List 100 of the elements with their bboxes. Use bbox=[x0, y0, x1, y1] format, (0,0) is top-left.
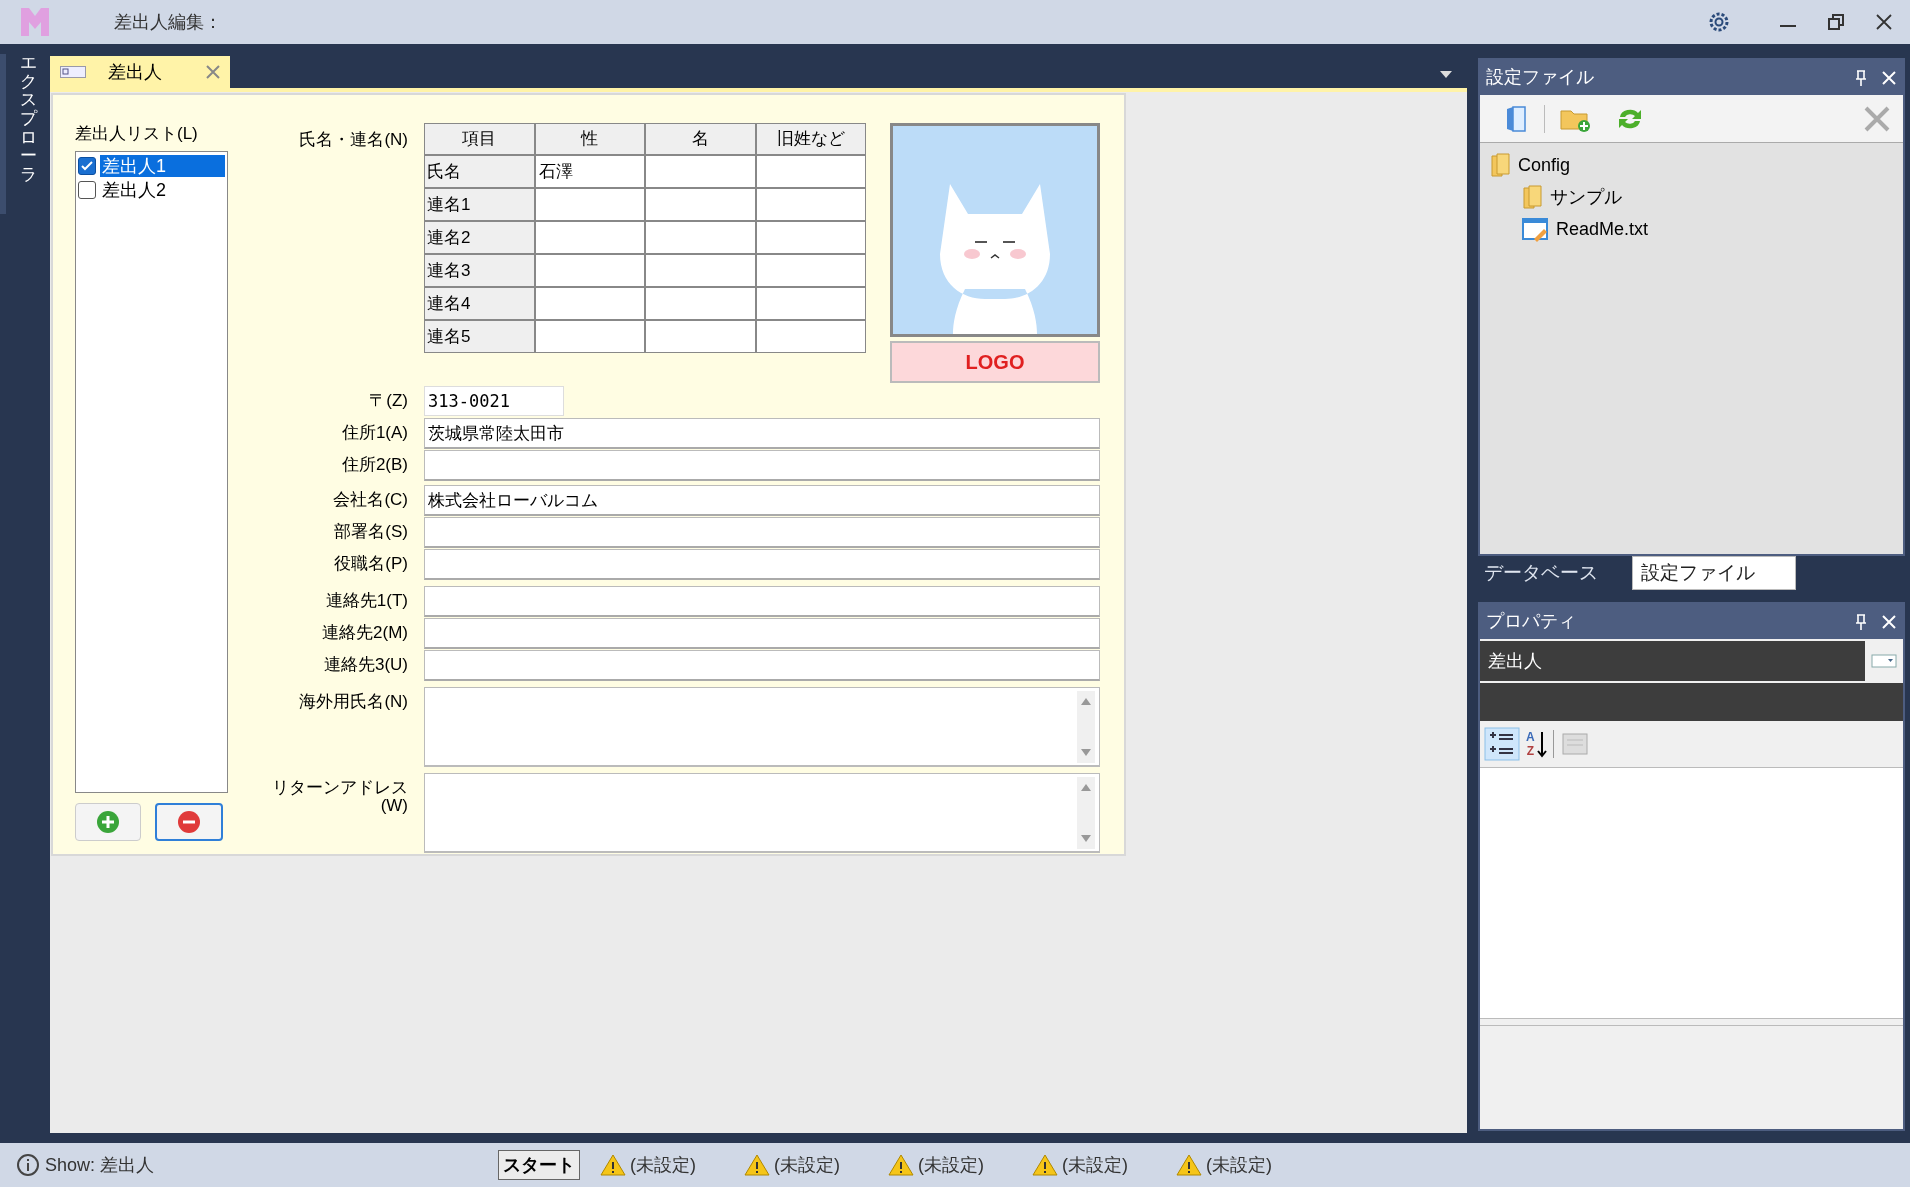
scrollbar-drawing[interactable] bbox=[1077, 777, 1095, 849]
warning-text: (未設定) bbox=[774, 1153, 841, 1177]
text-field[interactable] bbox=[424, 549, 1100, 580]
tree-item[interactable]: サンプル bbox=[1550, 183, 1622, 211]
panel-title: 設定ファイル bbox=[1486, 66, 1595, 89]
grid-cell[interactable] bbox=[756, 288, 865, 319]
list-item[interactable]: 差出人2 bbox=[100, 178, 225, 201]
warning-icon bbox=[1032, 1153, 1059, 1177]
column-header: 旧姓など bbox=[756, 124, 865, 154]
column-header: 名 bbox=[646, 124, 755, 154]
info-icon bbox=[16, 1153, 40, 1177]
restore-icon bbox=[1827, 13, 1845, 31]
field-label: 住所1(A) bbox=[341, 422, 408, 442]
document-tab[interactable]: 差出人 bbox=[50, 56, 230, 88]
object-selector[interactable]: 差出人 bbox=[1480, 641, 1865, 681]
remove-button[interactable] bbox=[155, 802, 223, 841]
field-label: 連絡先1(T) bbox=[325, 590, 408, 610]
panel-tab[interactable]: 設定ファイル bbox=[1632, 556, 1796, 590]
tab-label: 差出人 bbox=[108, 60, 162, 84]
warning-icon bbox=[600, 1153, 627, 1177]
delete-icon[interactable] bbox=[1863, 104, 1891, 133]
field-label: 〒(Z) bbox=[369, 390, 408, 410]
plus-icon bbox=[96, 809, 120, 834]
warning-text: (未設定) bbox=[918, 1153, 985, 1177]
grid-cell[interactable] bbox=[646, 321, 755, 352]
pin-icon[interactable] bbox=[1853, 612, 1869, 631]
grid-cell[interactable] bbox=[646, 222, 755, 253]
grid-cell[interactable] bbox=[646, 156, 755, 187]
sort-alphabetical-button[interactable]: A Z bbox=[1526, 727, 1547, 761]
text-field[interactable] bbox=[424, 650, 1100, 681]
pin-icon[interactable] bbox=[1853, 68, 1869, 87]
property-pages-icon[interactable] bbox=[1559, 730, 1590, 758]
field-label: 連絡先2(M) bbox=[322, 622, 408, 642]
close-icon bbox=[1875, 13, 1893, 31]
grid-cell[interactable] bbox=[535, 222, 644, 253]
text-field[interactable]: 株式会社ローバルコム bbox=[424, 485, 1100, 516]
grid-cell[interactable] bbox=[756, 222, 865, 253]
start-button[interactable]: スタート bbox=[498, 1150, 581, 1180]
grid-cell[interactable] bbox=[535, 255, 644, 286]
row-header: 連名2 bbox=[425, 222, 534, 253]
field-label: 海外用氏名(N) bbox=[299, 691, 408, 711]
card-icon bbox=[60, 66, 86, 78]
down-arrow-icon bbox=[1536, 730, 1547, 758]
tree-item[interactable]: ReadMe.txt bbox=[1556, 215, 1649, 243]
grid-cell[interactable] bbox=[756, 156, 865, 187]
minus-icon bbox=[177, 809, 201, 834]
text-field[interactable] bbox=[424, 450, 1100, 481]
panel-title: プロパティ bbox=[1486, 610, 1577, 633]
checkbox[interactable] bbox=[78, 180, 96, 199]
grid-cell[interactable] bbox=[646, 255, 755, 286]
text-area[interactable] bbox=[424, 773, 1100, 853]
text-file-icon bbox=[1522, 216, 1550, 242]
row-header: 連名4 bbox=[425, 288, 534, 319]
row-header: 連名1 bbox=[425, 189, 534, 220]
grid-cell[interactable] bbox=[535, 189, 644, 220]
panel-tab[interactable]: データベース bbox=[1478, 556, 1604, 590]
categorized-icon[interactable] bbox=[1484, 727, 1520, 761]
row-header: 氏名 bbox=[425, 156, 534, 187]
minimize-icon bbox=[1779, 25, 1797, 27]
folder-icon bbox=[1522, 184, 1544, 210]
grid-cell[interactable] bbox=[756, 189, 865, 220]
grid-cell[interactable]: 石澤 bbox=[535, 156, 644, 187]
explorer-tab[interactable]: エクスプローラ bbox=[20, 54, 38, 185]
close-icon[interactable] bbox=[206, 65, 220, 79]
list-label: 差出人リスト(L) bbox=[75, 123, 199, 145]
grid-cell[interactable] bbox=[756, 255, 865, 286]
dropdown-icon[interactable] bbox=[1871, 654, 1897, 668]
postal-code-field[interactable]: 313-0021 bbox=[424, 386, 564, 416]
warning-text: (未設定) bbox=[1206, 1153, 1273, 1177]
text-field[interactable] bbox=[424, 517, 1100, 548]
checkbox[interactable] bbox=[78, 156, 96, 175]
text-field[interactable] bbox=[424, 618, 1100, 649]
warning-text: (未設定) bbox=[1062, 1153, 1129, 1177]
folder-icon bbox=[1490, 152, 1512, 178]
grid-cell[interactable] bbox=[646, 288, 755, 319]
tree-item[interactable]: Config bbox=[1518, 151, 1571, 179]
field-label: リターンアドレス (W) bbox=[272, 777, 408, 815]
field-label: 会社名(C) bbox=[333, 489, 408, 509]
field-label: 住所2(B) bbox=[341, 454, 408, 474]
grid-cell[interactable] bbox=[646, 189, 755, 220]
grid-cell[interactable] bbox=[535, 321, 644, 352]
name-grid-label: 氏名・連名(N) bbox=[299, 130, 408, 149]
warning-text: (未設定) bbox=[630, 1153, 697, 1177]
status-text: Show: 差出人 bbox=[45, 1153, 155, 1177]
scrollbar-drawing[interactable] bbox=[1077, 691, 1095, 763]
column-header: 項目 bbox=[425, 124, 534, 154]
dropdown-arrow-icon[interactable] bbox=[1439, 70, 1453, 80]
grid-cell[interactable] bbox=[756, 321, 865, 352]
text-area[interactable] bbox=[424, 687, 1100, 767]
row-header: 連名3 bbox=[425, 255, 534, 286]
text-field[interactable]: 茨城県常陸太田市 bbox=[424, 418, 1100, 449]
add-button[interactable] bbox=[75, 802, 141, 841]
row-header: 連名5 bbox=[425, 321, 534, 352]
field-label: 連絡先3(U) bbox=[323, 654, 408, 674]
sender-listbox[interactable]: 差出人1 差出人2 bbox=[75, 150, 228, 793]
list-item[interactable]: 差出人1 bbox=[100, 154, 225, 177]
warning-icon bbox=[1176, 1153, 1203, 1177]
grid-cell[interactable] bbox=[535, 288, 644, 319]
logo-label[interactable]: LOGO bbox=[890, 341, 1100, 383]
text-field[interactable] bbox=[424, 586, 1100, 617]
